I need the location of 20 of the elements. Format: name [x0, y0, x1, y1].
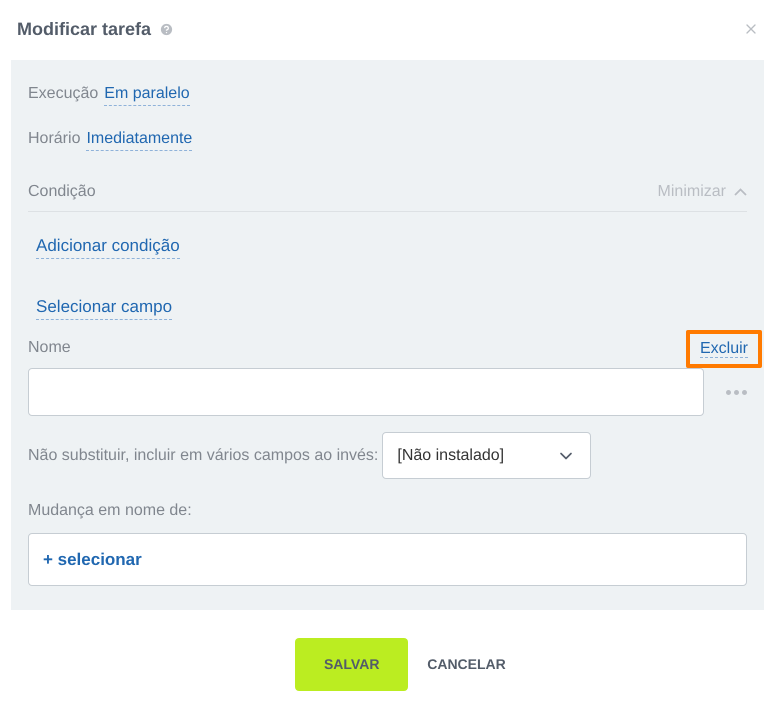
delete-link[interactable]: Excluir: [686, 330, 762, 368]
cancel-button[interactable]: CANCELAR: [425, 638, 508, 691]
condition-link[interactable]: Adicionar condição: [36, 234, 180, 259]
name-input[interactable]: [28, 368, 704, 416]
setting-label: Horário: [28, 129, 80, 149]
field-label: Não substituir, incluir em vários campos ao invés:: [28, 446, 378, 466]
setting-link[interactable]: Imediatamente: [86, 128, 192, 151]
dialog-title: Modificar tarefa: [17, 18, 152, 40]
field-label: Nome: [28, 338, 71, 358]
help-icon[interactable]: [159, 22, 174, 36]
setting-link[interactable]: Em paralelo: [104, 83, 190, 106]
condition-link[interactable]: Selecionar campo: [36, 295, 172, 320]
section-label: Condição: [28, 182, 96, 202]
select-link[interactable]: + selecionar: [43, 546, 142, 572]
more-icon[interactable]: [726, 390, 747, 394]
setting-label: Execução: [28, 84, 98, 104]
save-button[interactable]: SALVAR: [295, 638, 408, 691]
field-label: Mudança em nome de:: [28, 501, 193, 521]
chevron-up-icon: [734, 188, 747, 196]
dropdown-select[interactable]: [Não instalado]: [382, 432, 592, 479]
